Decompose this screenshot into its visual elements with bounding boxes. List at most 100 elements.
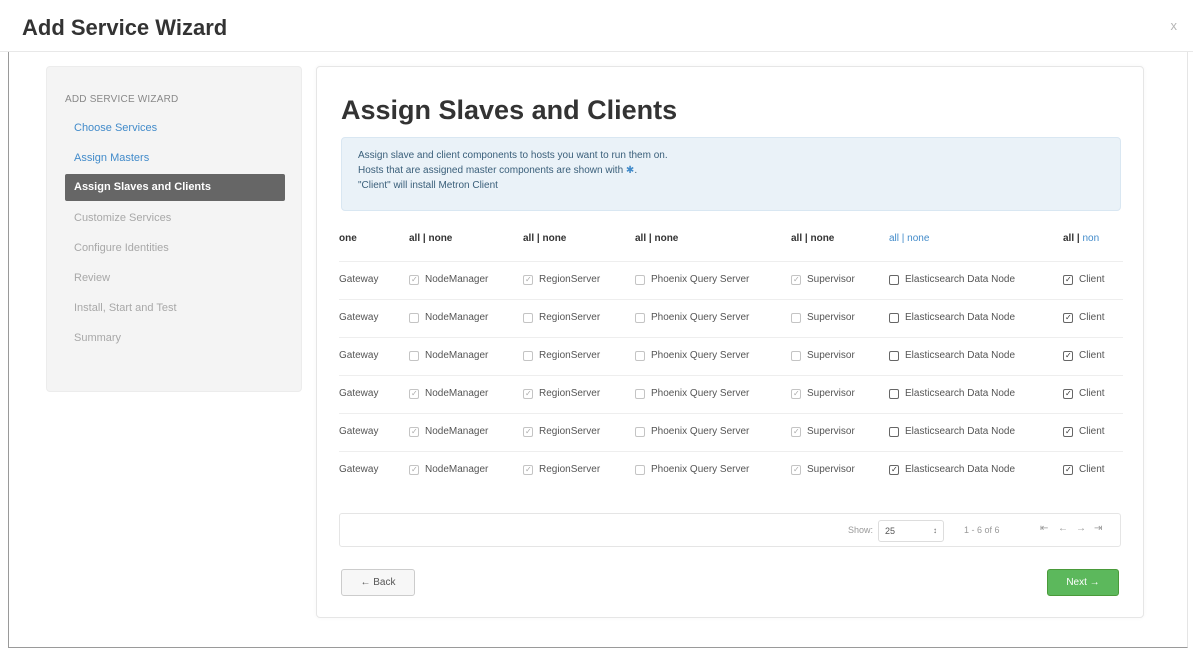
step-choose-services[interactable]: Choose Services bbox=[65, 113, 285, 143]
regionserver-cell[interactable]: RegionServer bbox=[523, 274, 600, 285]
regionserver-cell[interactable]: RegionServer bbox=[523, 350, 600, 361]
phoenix-query-server-cell[interactable]: Phoenix Query Server bbox=[635, 426, 749, 437]
elasticsearch-data-node-cell[interactable]: Elasticsearch Data Node bbox=[889, 312, 1015, 323]
elasticsearch-data-node-cell[interactable]: Elasticsearch Data Node bbox=[889, 350, 1015, 361]
page-size-select[interactable]: 25 ↕ bbox=[878, 520, 944, 542]
nodemanager-checkbox[interactable] bbox=[409, 426, 419, 437]
table-row: Gateway NodeManager RegionServer Phoenix Qu… bbox=[339, 337, 1123, 375]
gateway-none-link[interactable]: one bbox=[339, 233, 357, 244]
nodemanager-cell[interactable]: NodeManager bbox=[409, 312, 488, 323]
elasticsearch-data-node-cell[interactable]: Elasticsearch Data Node bbox=[889, 426, 1015, 437]
client-cell[interactable]: Client bbox=[1063, 350, 1105, 361]
nodemanager-cell[interactable]: NodeManager bbox=[409, 426, 488, 437]
nodemanager-none-link[interactable]: none bbox=[428, 233, 452, 244]
regionserver-cell[interactable]: RegionServer bbox=[523, 312, 600, 323]
elasticsearch-data-node-cell[interactable]: Elasticsearch Data Node bbox=[889, 388, 1015, 399]
regionserver-checkbox[interactable] bbox=[523, 426, 533, 437]
nodemanager-cell[interactable]: NodeManager bbox=[409, 388, 488, 399]
supervisor-cell[interactable]: Supervisor bbox=[791, 274, 855, 285]
next-button[interactable]: Next → bbox=[1047, 569, 1119, 596]
phoenix-query-server-checkbox[interactable] bbox=[635, 464, 645, 475]
regionserver-checkbox[interactable] bbox=[523, 312, 533, 323]
last-page-icon[interactable]: ⇥ bbox=[1094, 523, 1102, 534]
nodemanager-checkbox[interactable] bbox=[409, 312, 419, 323]
supervisor-checkbox[interactable] bbox=[791, 350, 801, 361]
regionserver-checkbox[interactable] bbox=[523, 274, 533, 285]
next-page-icon[interactable]: → bbox=[1076, 523, 1086, 534]
supervisor-checkbox[interactable] bbox=[791, 312, 801, 323]
supervisor-label: Supervisor bbox=[807, 388, 855, 399]
phoenix-query-server-checkbox[interactable] bbox=[635, 350, 645, 361]
client-cell[interactable]: Client bbox=[1063, 274, 1105, 285]
phoenix-query-server-cell[interactable]: Phoenix Query Server bbox=[635, 312, 749, 323]
back-button[interactable]: ← Back bbox=[341, 569, 415, 596]
elasticsearch-none-link[interactable]: none bbox=[907, 233, 929, 244]
phoenix-query-server-checkbox[interactable] bbox=[635, 388, 645, 399]
client-checkbox[interactable] bbox=[1063, 312, 1073, 323]
client-checkbox[interactable] bbox=[1063, 274, 1073, 285]
regionserver-checkbox[interactable] bbox=[523, 350, 533, 361]
client-cell[interactable]: Client bbox=[1063, 388, 1105, 399]
nodemanager-checkbox[interactable] bbox=[409, 464, 419, 475]
phoenix-all-link[interactable]: all bbox=[635, 233, 646, 244]
regionserver-cell[interactable]: RegionServer bbox=[523, 464, 600, 475]
elasticsearch-data-node-checkbox[interactable] bbox=[889, 426, 899, 437]
client-all-link[interactable]: all bbox=[1063, 233, 1074, 244]
regionserver-checkbox[interactable] bbox=[523, 388, 533, 399]
supervisor-cell[interactable]: Supervisor bbox=[791, 312, 855, 323]
elasticsearch-all-link[interactable]: all bbox=[889, 233, 899, 244]
prev-page-icon[interactable]: ← bbox=[1058, 523, 1068, 534]
client-checkbox[interactable] bbox=[1063, 350, 1073, 361]
phoenix-query-server-cell[interactable]: Phoenix Query Server bbox=[635, 464, 749, 475]
step-assign-masters[interactable]: Assign Masters bbox=[65, 143, 285, 173]
phoenix-query-server-checkbox[interactable] bbox=[635, 274, 645, 285]
supervisor-all-link[interactable]: all bbox=[791, 233, 802, 244]
elasticsearch-data-node-cell[interactable]: Elasticsearch Data Node bbox=[889, 464, 1015, 475]
nodemanager-all-link[interactable]: all bbox=[409, 233, 420, 244]
step-assign-slaves-and-clients[interactable]: Assign Slaves and Clients bbox=[65, 174, 285, 201]
client-none-link[interactable]: non bbox=[1082, 233, 1099, 244]
client-checkbox[interactable] bbox=[1063, 426, 1073, 437]
client-checkbox[interactable] bbox=[1063, 388, 1073, 399]
phoenix-query-server-checkbox[interactable] bbox=[635, 426, 645, 437]
supervisor-cell[interactable]: Supervisor bbox=[791, 464, 855, 475]
supervisor-checkbox[interactable] bbox=[791, 426, 801, 437]
elasticsearch-data-node-checkbox[interactable] bbox=[889, 388, 899, 399]
phoenix-none-link[interactable]: none bbox=[654, 233, 678, 244]
supervisor-cell[interactable]: Supervisor bbox=[791, 388, 855, 399]
client-cell[interactable]: Client bbox=[1063, 464, 1105, 475]
regionserver-cell[interactable]: RegionServer bbox=[523, 388, 600, 399]
phoenix-query-server-cell[interactable]: Phoenix Query Server bbox=[635, 388, 749, 399]
nodemanager-checkbox[interactable] bbox=[409, 350, 419, 361]
close-icon[interactable]: x bbox=[1171, 18, 1178, 33]
nodemanager-cell[interactable]: NodeManager bbox=[409, 350, 488, 361]
regionserver-cell[interactable]: RegionServer bbox=[523, 426, 600, 437]
supervisor-checkbox[interactable] bbox=[791, 388, 801, 399]
elasticsearch-data-node-checkbox[interactable] bbox=[889, 464, 899, 475]
regionserver-all-link[interactable]: all bbox=[523, 233, 534, 244]
phoenix-query-server-cell[interactable]: Phoenix Query Server bbox=[635, 274, 749, 285]
client-cell[interactable]: Client bbox=[1063, 312, 1105, 323]
elasticsearch-data-node-checkbox[interactable] bbox=[889, 312, 899, 323]
nodemanager-checkbox[interactable] bbox=[409, 388, 419, 399]
elasticsearch-data-node-cell[interactable]: Elasticsearch Data Node bbox=[889, 274, 1015, 285]
first-page-icon[interactable]: ⇤ bbox=[1040, 523, 1048, 534]
elasticsearch-data-node-checkbox[interactable] bbox=[889, 350, 899, 361]
supervisor-cell[interactable]: Supervisor bbox=[791, 350, 855, 361]
supervisor-checkbox[interactable] bbox=[791, 464, 801, 475]
client-cell[interactable]: Client bbox=[1063, 426, 1105, 437]
nodemanager-cell[interactable]: NodeManager bbox=[409, 274, 488, 285]
nodemanager-cell[interactable]: NodeManager bbox=[409, 464, 488, 475]
client-checkbox[interactable] bbox=[1063, 464, 1073, 475]
phoenix-query-server-checkbox[interactable] bbox=[635, 312, 645, 323]
client-label: Client bbox=[1079, 274, 1105, 285]
nodemanager-checkbox[interactable] bbox=[409, 274, 419, 285]
regionserver-checkbox[interactable] bbox=[523, 464, 533, 475]
supervisor-none-link[interactable]: none bbox=[810, 233, 834, 244]
gateway-label: Gateway bbox=[339, 388, 379, 399]
supervisor-checkbox[interactable] bbox=[791, 274, 801, 285]
elasticsearch-data-node-checkbox[interactable] bbox=[889, 274, 899, 285]
phoenix-query-server-cell[interactable]: Phoenix Query Server bbox=[635, 350, 749, 361]
regionserver-none-link[interactable]: none bbox=[542, 233, 566, 244]
supervisor-cell[interactable]: Supervisor bbox=[791, 426, 855, 437]
